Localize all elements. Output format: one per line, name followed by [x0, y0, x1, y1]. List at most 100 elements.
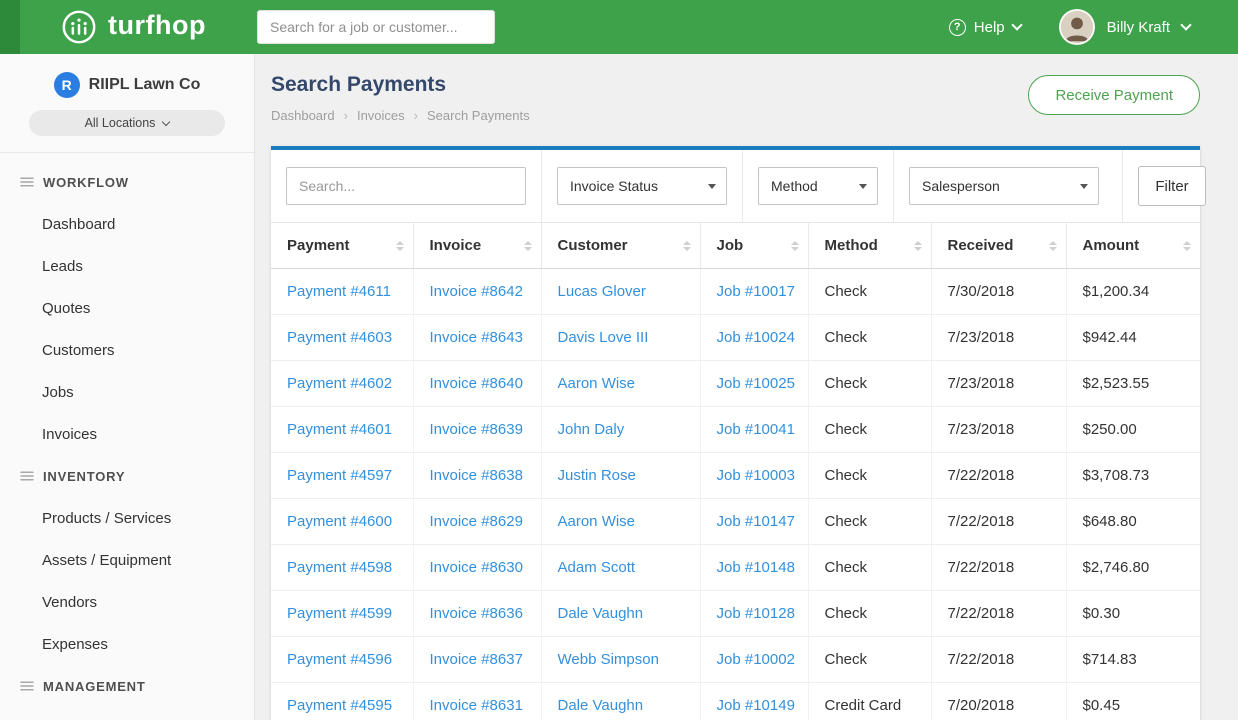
column-header-received[interactable]: Received [931, 223, 1066, 269]
payment-link[interactable]: Payment #4601 [287, 421, 392, 438]
filter-button[interactable]: Filter [1138, 166, 1206, 206]
payment-link[interactable]: Payment #4596 [287, 651, 392, 668]
job-link[interactable]: Job #10017 [717, 283, 795, 300]
sidebar-item-assets-equipment[interactable]: Assets / Equipment [0, 539, 254, 581]
method-select[interactable]: Method [758, 167, 878, 205]
sidebar-item-expenses[interactable]: Expenses [0, 623, 254, 665]
invoice-link[interactable]: Invoice #8643 [430, 329, 523, 346]
invoice-link[interactable]: Invoice #8629 [430, 513, 523, 530]
customer-link[interactable]: Aaron Wise [558, 513, 636, 530]
job-link[interactable]: Job #10041 [717, 421, 795, 438]
job-link[interactable]: Job #10003 [717, 467, 795, 484]
cell-job: Job #10017 [700, 269, 808, 315]
invoice-link[interactable]: Invoice #8631 [430, 697, 523, 714]
global-search-input[interactable] [257, 10, 495, 44]
sidebar-item-invoices[interactable]: Invoices [0, 413, 254, 455]
customer-link[interactable]: Dale Vaughn [558, 605, 644, 622]
cell-method: Check [808, 315, 931, 361]
customer-link[interactable]: Aaron Wise [558, 375, 636, 392]
sidebar-item-leads[interactable]: Leads [0, 245, 254, 287]
cell-payment: Payment #4598 [271, 545, 413, 591]
payment-link[interactable]: Payment #4603 [287, 329, 392, 346]
column-header-amount[interactable]: Amount [1066, 223, 1200, 269]
customer-link[interactable]: Adam Scott [558, 559, 636, 576]
invoice-link[interactable]: Invoice #8637 [430, 651, 523, 668]
customer-link[interactable]: John Daly [558, 421, 625, 438]
customer-link[interactable]: Davis Love III [558, 329, 649, 346]
column-header-invoice[interactable]: Invoice [413, 223, 541, 269]
invoice-link[interactable]: Invoice #8639 [430, 421, 523, 438]
job-link[interactable]: Job #10002 [717, 651, 795, 668]
cell-job: Job #10003 [700, 453, 808, 499]
column-header-job[interactable]: Job [700, 223, 808, 269]
cell-payment: Payment #4603 [271, 315, 413, 361]
payment-link[interactable]: Payment #4597 [287, 467, 392, 484]
payment-link[interactable]: Payment #4595 [287, 697, 392, 714]
column-header-payment[interactable]: Payment [271, 223, 413, 269]
salesperson-select[interactable]: Salesperson [909, 167, 1099, 205]
sort-icon[interactable] [914, 241, 922, 251]
job-link[interactable]: Job #10025 [717, 375, 795, 392]
method-value: Method [771, 178, 818, 194]
sort-icon[interactable] [524, 241, 532, 251]
sort-icon[interactable] [683, 241, 691, 251]
cell-customer: John Daly [541, 407, 700, 453]
sort-icon[interactable] [1049, 241, 1057, 251]
sidebar-item-quotes[interactable]: Quotes [0, 287, 254, 329]
breadcrumb-item[interactable]: Invoices [335, 108, 405, 123]
payment-link[interactable]: Payment #4602 [287, 375, 392, 392]
column-header-customer[interactable]: Customer [541, 223, 700, 269]
invoice-link[interactable]: Invoice #8638 [430, 467, 523, 484]
cell-received: 7/22/2018 [931, 453, 1066, 499]
chevron-down-icon [1011, 19, 1022, 30]
job-link[interactable]: Job #10147 [717, 513, 795, 530]
payment-link[interactable]: Payment #4611 [287, 283, 391, 300]
job-link[interactable]: Job #10148 [717, 559, 795, 576]
invoice-link[interactable]: Invoice #8642 [430, 283, 523, 300]
invoice-link[interactable]: Invoice #8640 [430, 375, 523, 392]
sidebar-item-jobs[interactable]: Jobs [0, 371, 254, 413]
help-question-icon: ? [949, 19, 966, 36]
column-header-method[interactable]: Method [808, 223, 931, 269]
cell-invoice: Invoice #8630 [413, 545, 541, 591]
customer-link[interactable]: Webb Simpson [558, 651, 659, 668]
sidebar-item-customers[interactable]: Customers [0, 329, 254, 371]
breadcrumb-item[interactable]: Dashboard [271, 108, 335, 123]
cell-method: Check [808, 453, 931, 499]
sidebar-item-products-services[interactable]: Products / Services [0, 497, 254, 539]
customer-link[interactable]: Justin Rose [558, 467, 636, 484]
payment-link[interactable]: Payment #4600 [287, 513, 392, 530]
cell-method: Check [808, 499, 931, 545]
sort-icon[interactable] [396, 241, 404, 251]
sort-icon[interactable] [791, 241, 799, 251]
cell-customer: Dale Vaughn [541, 591, 700, 637]
table-row: Payment #4601 Invoice #8639 John Daly Job #… [271, 407, 1200, 453]
sort-icon[interactable] [1183, 241, 1191, 251]
cell-payment: Payment #4601 [271, 407, 413, 453]
brand-logo[interactable]: turfhop [60, 8, 257, 46]
customer-link[interactable]: Dale Vaughn [558, 697, 644, 714]
table-row: Payment #4596 Invoice #8637 Webb Simpson Jo… [271, 637, 1200, 683]
filter-search-cell [271, 150, 542, 222]
top-bar: turfhop ? Help Billy Kraft [0, 0, 1238, 54]
help-menu[interactable]: ? Help [949, 19, 1021, 36]
topbar-left-accent [0, 0, 20, 54]
location-filter-dropdown[interactable]: All Locations [29, 110, 225, 136]
caret-down-icon [1080, 184, 1088, 189]
payment-link[interactable]: Payment #4599 [287, 605, 392, 622]
column-label: Job [717, 237, 744, 254]
customer-link[interactable]: Lucas Glover [558, 283, 646, 300]
invoice-link[interactable]: Invoice #8630 [430, 559, 523, 576]
table-search-input[interactable] [286, 167, 526, 205]
sidebar-item-vendors[interactable]: Vendors [0, 581, 254, 623]
sidebar-item-dashboard[interactable]: Dashboard [0, 203, 254, 245]
receive-payment-button[interactable]: Receive Payment [1028, 75, 1200, 115]
job-link[interactable]: Job #10149 [717, 697, 795, 714]
invoice-link[interactable]: Invoice #8636 [430, 605, 523, 622]
user-menu[interactable]: Billy Kraft [1059, 9, 1190, 45]
job-link[interactable]: Job #10128 [717, 605, 795, 622]
invoice-status-select[interactable]: Invoice Status [557, 167, 727, 205]
job-link[interactable]: Job #10024 [717, 329, 795, 346]
payment-link[interactable]: Payment #4598 [287, 559, 392, 576]
company-name: RIIPL Lawn Co [89, 76, 201, 94]
